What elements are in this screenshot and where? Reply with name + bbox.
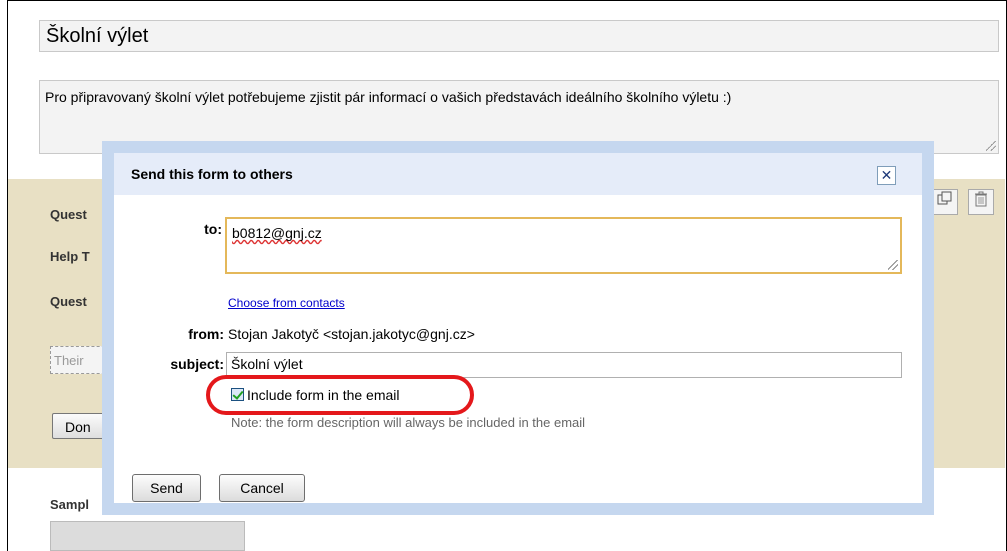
form-description-text: Pro připravovaný školní výlet potřebujem… [45,89,732,105]
question-title-label: Quest [50,207,87,222]
from-label: from: [188,326,224,342]
to-value: b0812@gnj.cz [232,225,322,241]
dialog-header: Send this form to others ✕ [114,153,922,195]
cancel-button[interactable]: Cancel [219,474,305,502]
close-icon[interactable]: ✕ [877,166,896,185]
resize-grip-icon[interactable] [986,141,996,151]
send-form-dialog: Send this form to others ✕ to: b0812@gnj… [102,141,934,515]
send-button[interactable]: Send [132,474,201,502]
question-actions [932,189,1000,215]
to-field[interactable]: b0812@gnj.cz [225,217,902,274]
sample-field [50,521,245,551]
form-title-field[interactable]: Školní výlet [39,20,999,52]
subject-field[interactable]: Školní výlet [226,352,902,378]
include-form-option[interactable]: Include form in the email [231,387,400,403]
dialog-body: Send this form to others ✕ to: b0812@gnj… [114,153,922,503]
include-form-label: Include form in the email [247,387,400,403]
question-type-label: Quest [50,294,87,309]
resize-grip-icon[interactable] [888,260,898,270]
duplicate-icon[interactable] [932,189,958,215]
dialog-title: Send this form to others [131,166,293,182]
from-value: Stojan Jakotyč <stojan.jakotyc@gnj.cz> [228,326,475,342]
choose-contacts-link[interactable]: Choose from contacts [228,296,345,310]
subject-label: subject: [170,356,224,372]
trash-icon[interactable] [967,189,994,215]
to-label: to: [204,221,222,237]
description-note: Note: the form description will always b… [231,415,586,430]
answer-preview-field: Their [50,346,110,374]
sample-label: Sampl [50,497,90,512]
help-text-label: Help T [50,249,90,264]
include-form-checkbox[interactable] [231,388,244,401]
